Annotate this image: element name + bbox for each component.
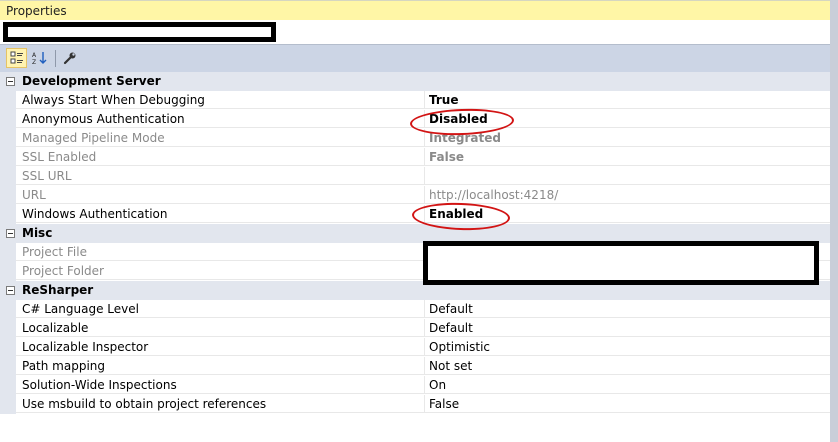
property-row[interactable]: SSL URL (0, 167, 830, 186)
alphabetical-sort-icon: A Z (32, 52, 46, 65)
properties-toolbar: A Z (0, 44, 830, 72)
property-pages-button[interactable] (59, 48, 80, 68)
property-name: Localizable (16, 319, 424, 337)
collapse-icon[interactable] (6, 77, 15, 86)
row-gutter (0, 205, 16, 224)
property-name: Windows Authentication (16, 205, 424, 223)
property-name: Path mapping (16, 357, 424, 375)
row-gutter (0, 319, 16, 338)
property-row[interactable]: Localizable Inspector Optimistic (0, 338, 830, 357)
row-gutter (0, 243, 16, 262)
property-value[interactable]: False (424, 395, 830, 413)
row-gutter (0, 262, 16, 281)
categorized-button[interactable] (6, 48, 27, 68)
toolbar-separator (55, 50, 56, 67)
collapse-icon[interactable] (6, 286, 15, 295)
property-name: Always Start When Debugging (16, 91, 424, 109)
property-row[interactable]: Localizable Default (0, 319, 830, 338)
property-row[interactable]: Use msbuild to obtain project references… (0, 395, 830, 414)
row-gutter (0, 148, 16, 167)
property-value[interactable]: Default (424, 300, 830, 318)
svg-text:A: A (32, 52, 37, 59)
property-name: SSL Enabled (16, 148, 424, 166)
categorized-icon (10, 51, 23, 64)
window-right-edge (830, 0, 838, 442)
property-value[interactable]: http://localhost:4218/ (424, 186, 830, 204)
property-name: Anonymous Authentication (16, 110, 424, 128)
property-name: C# Language Level (16, 300, 424, 318)
row-gutter (0, 338, 16, 357)
property-value[interactable]: Optimistic (424, 338, 830, 356)
property-name: Project File (16, 243, 424, 261)
property-value[interactable]: Default (424, 319, 830, 337)
property-value[interactable] (424, 167, 830, 185)
category-label: ReSharper (22, 283, 94, 297)
properties-title-bar: Properties (0, 0, 838, 20)
category-development-server[interactable]: Development Server (0, 72, 830, 91)
row-gutter (0, 376, 16, 395)
property-name: Use msbuild to obtain project references (16, 395, 424, 413)
property-row[interactable]: SSL Enabled False (0, 148, 830, 167)
row-gutter (0, 129, 16, 148)
object-selector-redacted[interactable] (3, 22, 276, 42)
alphabetical-button[interactable]: A Z (29, 48, 50, 68)
property-name: URL (16, 186, 424, 204)
property-value[interactable]: False (424, 148, 830, 166)
property-name: Managed Pipeline Mode (16, 129, 424, 147)
row-gutter (0, 395, 16, 414)
row-gutter (0, 300, 16, 319)
property-value[interactable]: Not set (424, 357, 830, 375)
property-row[interactable]: Always Start When Debugging True (0, 91, 830, 110)
row-gutter (0, 91, 16, 110)
row-gutter (0, 167, 16, 186)
wrench-icon (63, 52, 75, 65)
row-gutter (0, 186, 16, 205)
row-gutter (0, 110, 16, 129)
property-name: Solution-Wide Inspections (16, 376, 424, 394)
property-name: Project Folder (16, 262, 424, 280)
property-row[interactable]: Solution-Wide Inspections On (0, 376, 830, 395)
property-name: SSL URL (16, 167, 424, 185)
project-path-redacted (423, 241, 819, 285)
property-row[interactable]: C# Language Level Default (0, 300, 830, 319)
svg-text:Z: Z (32, 59, 36, 65)
row-gutter (0, 357, 16, 376)
property-value[interactable]: On (424, 376, 830, 394)
property-name: Localizable Inspector (16, 338, 424, 356)
category-label: Misc (22, 226, 53, 240)
collapse-icon[interactable] (6, 229, 15, 238)
property-row[interactable]: URL http://localhost:4218/ (0, 186, 830, 205)
property-value[interactable]: True (424, 91, 830, 109)
property-row[interactable]: Managed Pipeline Mode Integrated (0, 129, 830, 148)
window-title: Properties (6, 4, 67, 18)
property-row[interactable]: Path mapping Not set (0, 357, 830, 376)
category-label: Development Server (22, 74, 161, 88)
